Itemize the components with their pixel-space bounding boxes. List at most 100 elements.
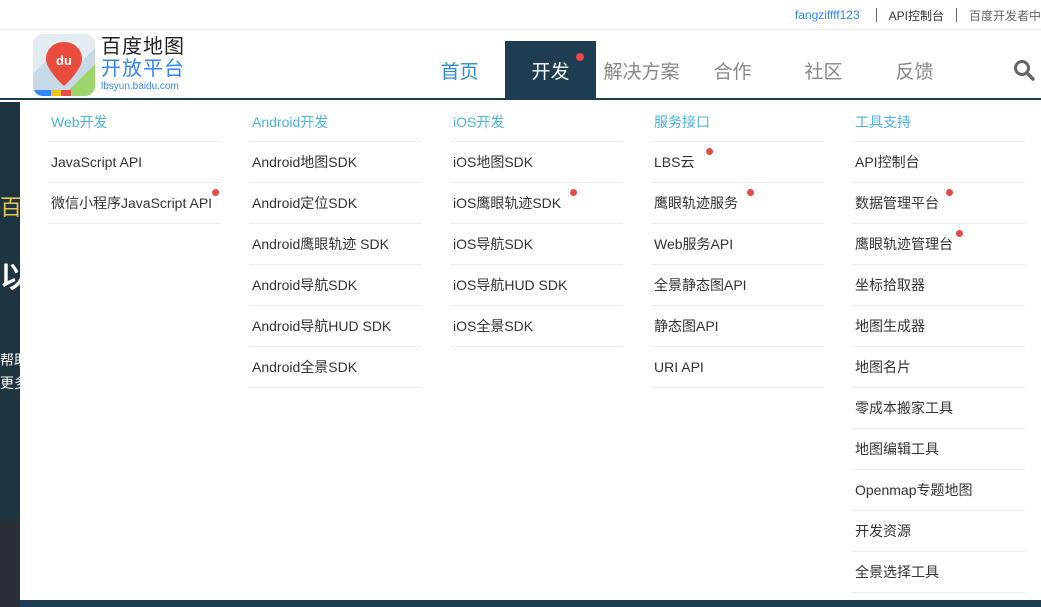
search-icon[interactable]: [1012, 58, 1036, 82]
menu-item-label: Android导航SDK: [252, 277, 358, 293]
menu-item-label: iOS鹰眼轨迹SDK: [453, 195, 562, 211]
menu-item-android-trace-sdk[interactable]: Android鹰眼轨迹 SDK: [249, 224, 422, 265]
menu-item-map-card[interactable]: 地图名片: [852, 347, 1025, 388]
menu-item-label: 地图生成器: [855, 318, 925, 334]
menu-item-label: 微信小程序JavaScript API: [51, 195, 213, 211]
logo-badge-text: du: [56, 53, 72, 68]
top-links: fangziffff123 API控制台 百度开发者中: [795, 0, 1041, 30]
menu-item-label: 鹰眼轨迹服务: [654, 195, 738, 211]
background-page-left: 百 以 帮助 更多: [0, 102, 20, 520]
menu-item-label: 开发资源: [855, 523, 911, 539]
menu-item-label: API控制台: [855, 154, 920, 170]
menu-item-lbs-cloud[interactable]: LBS云: [651, 142, 824, 183]
new-indicator-dot: [747, 189, 754, 196]
background-glyph-white: 以: [0, 261, 20, 294]
menu-item-trace-management-console[interactable]: 鹰眼轨迹管理台: [852, 224, 1025, 265]
menu-item-panorama-picker-tool[interactable]: 全景选择工具: [852, 552, 1025, 593]
menu-item-label: iOS全景SDK: [453, 318, 534, 334]
dropdown-column-web: Web开发 JavaScript API 微信小程序JavaScript API: [48, 102, 221, 224]
background-page-bottom: [0, 520, 20, 607]
dev-center-link[interactable]: 百度开发者中: [969, 7, 1041, 24]
new-indicator-dot: [706, 148, 714, 155]
bottom-strip: [20, 600, 1041, 607]
menu-item-label: Android导航HUD SDK: [252, 318, 392, 334]
menu-item-wechat-miniprogram-js-api[interactable]: 微信小程序JavaScript API: [48, 183, 221, 224]
menu-item-label: Android地图SDK: [252, 154, 358, 170]
nav-feedback[interactable]: 反馈: [869, 41, 960, 100]
menu-item-label: 鹰眼轨迹管理台: [855, 236, 953, 252]
menu-item-web-service-api[interactable]: Web服务API: [651, 224, 824, 265]
menu-item-trace-service[interactable]: 鹰眼轨迹服务: [651, 183, 824, 224]
menu-item-migration-tool[interactable]: 零成本搬家工具: [852, 388, 1025, 429]
username-link[interactable]: fangziffff123: [795, 8, 860, 22]
api-console-link[interactable]: API控制台: [889, 7, 944, 24]
menu-item-openmap-thematic-map[interactable]: Openmap专题地图: [852, 470, 1025, 511]
menu-item-javascript-api[interactable]: JavaScript API: [48, 142, 221, 183]
menu-item-api-console[interactable]: API控制台: [852, 142, 1025, 183]
menu-item-label: 全景静态图API: [654, 277, 747, 293]
dropdown-column-tools: 工具支持 API控制台 数据管理平台 鹰眼轨迹管理台 坐标拾取器 地图生成器 地…: [852, 102, 1025, 593]
menu-item-data-management-platform[interactable]: 数据管理平台: [852, 183, 1025, 224]
nav-cooperation[interactable]: 合作: [687, 41, 778, 100]
menu-item-label: iOS导航HUD SDK: [453, 277, 568, 293]
menu-item-ios-map-sdk[interactable]: iOS地图SDK: [450, 142, 623, 183]
column-title[interactable]: Android开发: [249, 102, 422, 142]
nav-develop[interactable]: 开发: [505, 41, 596, 100]
menu-item-uri-api[interactable]: URI API: [651, 347, 824, 388]
column-title[interactable]: iOS开发: [450, 102, 623, 142]
menu-item-label: iOS地图SDK: [453, 154, 534, 170]
menu-item-static-map-api[interactable]: 静态图API: [651, 306, 824, 347]
menu-item-label: LBS云: [654, 154, 695, 170]
menu-item-label: 全景选择工具: [855, 564, 939, 580]
menu-item-label: 地图名片: [855, 359, 911, 375]
menu-item-label: 零成本搬家工具: [855, 400, 953, 416]
menu-item-label: iOS导航SDK: [453, 236, 534, 252]
menu-item-label: 数据管理平台: [855, 195, 939, 211]
new-indicator-dot: [212, 189, 220, 196]
menu-item-ios-navi-sdk[interactable]: iOS导航SDK: [450, 224, 623, 265]
new-indicator-dot: [956, 230, 963, 237]
menu-item-label: Android鹰眼轨迹 SDK: [252, 236, 389, 252]
dropdown-column-android: Android开发 Android地图SDK Android定位SDK Andr…: [249, 102, 422, 388]
menu-item-android-navi-sdk[interactable]: Android导航SDK: [249, 265, 422, 306]
menu-item-ios-navi-hud-sdk[interactable]: iOS导航HUD SDK: [450, 265, 623, 306]
menu-item-android-map-sdk[interactable]: Android地图SDK: [249, 142, 422, 183]
baidu-map-logo-icon[interactable]: du: [33, 34, 95, 96]
separator: [955, 8, 957, 22]
column-title[interactable]: Web开发: [48, 102, 221, 142]
menu-item-label: JavaScript API: [51, 154, 143, 170]
menu-item-label: Web服务API: [654, 236, 734, 252]
nav-develop-label: 开发: [531, 62, 570, 83]
new-indicator-dot: [946, 189, 953, 196]
menu-item-android-navi-hud-sdk[interactable]: Android导航HUD SDK: [249, 306, 422, 347]
menu-item-ios-panorama-sdk[interactable]: iOS全景SDK: [450, 306, 623, 347]
background-glyph-yellow: 百: [0, 195, 20, 220]
top-utility-bar: fangziffff123 API控制台 百度开发者中: [0, 0, 1041, 30]
logo-text[interactable]: 百度地图 开放平台 lbsyun.baidu.com: [101, 36, 185, 93]
separator: [875, 8, 877, 22]
new-indicator-dot: [576, 53, 584, 61]
menu-item-map-editor-tool[interactable]: 地图编辑工具: [852, 429, 1025, 470]
column-title[interactable]: 服务接口: [651, 102, 824, 142]
menu-item-label: 坐标拾取器: [855, 277, 925, 293]
menu-item-android-location-sdk[interactable]: Android定位SDK: [249, 183, 422, 224]
logo-subtitle: 开放平台: [101, 58, 185, 80]
menu-item-label: Openmap专题地图: [855, 482, 973, 498]
menu-item-map-generator[interactable]: 地图生成器: [852, 306, 1025, 347]
menu-item-android-panorama-sdk[interactable]: Android全景SDK: [249, 347, 422, 388]
menu-item-label: Android全景SDK: [252, 359, 358, 375]
menu-item-ios-trace-sdk[interactable]: iOS鹰眼轨迹SDK: [450, 183, 623, 224]
menu-item-dev-resources[interactable]: 开发资源: [852, 511, 1025, 552]
menu-item-panorama-static-api[interactable]: 全景静态图API: [651, 265, 824, 306]
menu-item-label: Android定位SDK: [252, 195, 358, 211]
menu-item-label: 静态图API: [654, 318, 719, 334]
logo-domain: lbsyun.baidu.com: [101, 81, 179, 92]
main-header: du 百度地图 开放平台 lbsyun.baidu.com 首页 开发 解决方案…: [0, 30, 1041, 100]
nav-solutions[interactable]: 解决方案: [596, 41, 687, 100]
nav-home[interactable]: 首页: [414, 41, 505, 100]
menu-item-coordinate-picker[interactable]: 坐标拾取器: [852, 265, 1025, 306]
main-nav: 首页 开发 解决方案 合作 社区 反馈: [414, 41, 960, 100]
nav-community[interactable]: 社区: [778, 41, 869, 100]
column-title[interactable]: 工具支持: [852, 102, 1025, 142]
logo-title: 百度地图: [101, 36, 185, 58]
